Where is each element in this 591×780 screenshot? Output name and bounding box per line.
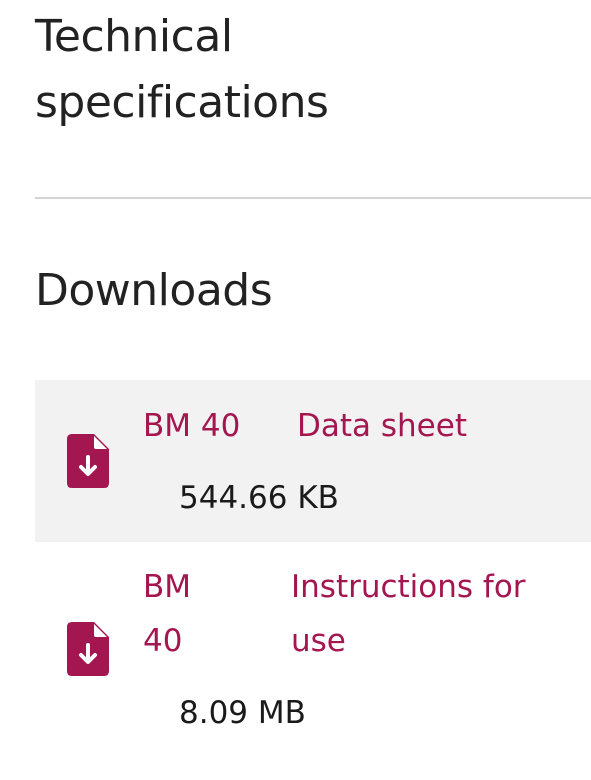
downloads-heading: Downloads [35,265,273,316]
file-download-icon[interactable] [67,622,109,676]
technical-specifications-heading[interactable]: Technical specifications [35,4,485,136]
download-file-type[interactable]: Data sheet [297,399,467,453]
download-item-data-sheet[interactable]: BM 40 Data sheet 544.66 KB [35,380,591,542]
download-file-name[interactable]: BM 40 [143,399,240,453]
download-file-size: 544.66 KB [179,480,339,516]
download-file-type[interactable]: Instructions for use [291,560,581,668]
download-item-instructions[interactable]: BM 40 Instructions for use 8.09 MB [35,545,591,745]
download-file-size: 8.09 MB [179,695,306,731]
download-file-name[interactable]: BM 40 [143,560,223,668]
page: Technical specifications Downloads BM 40… [0,0,591,780]
file-download-icon[interactable] [67,434,109,488]
section-divider [35,197,591,199]
